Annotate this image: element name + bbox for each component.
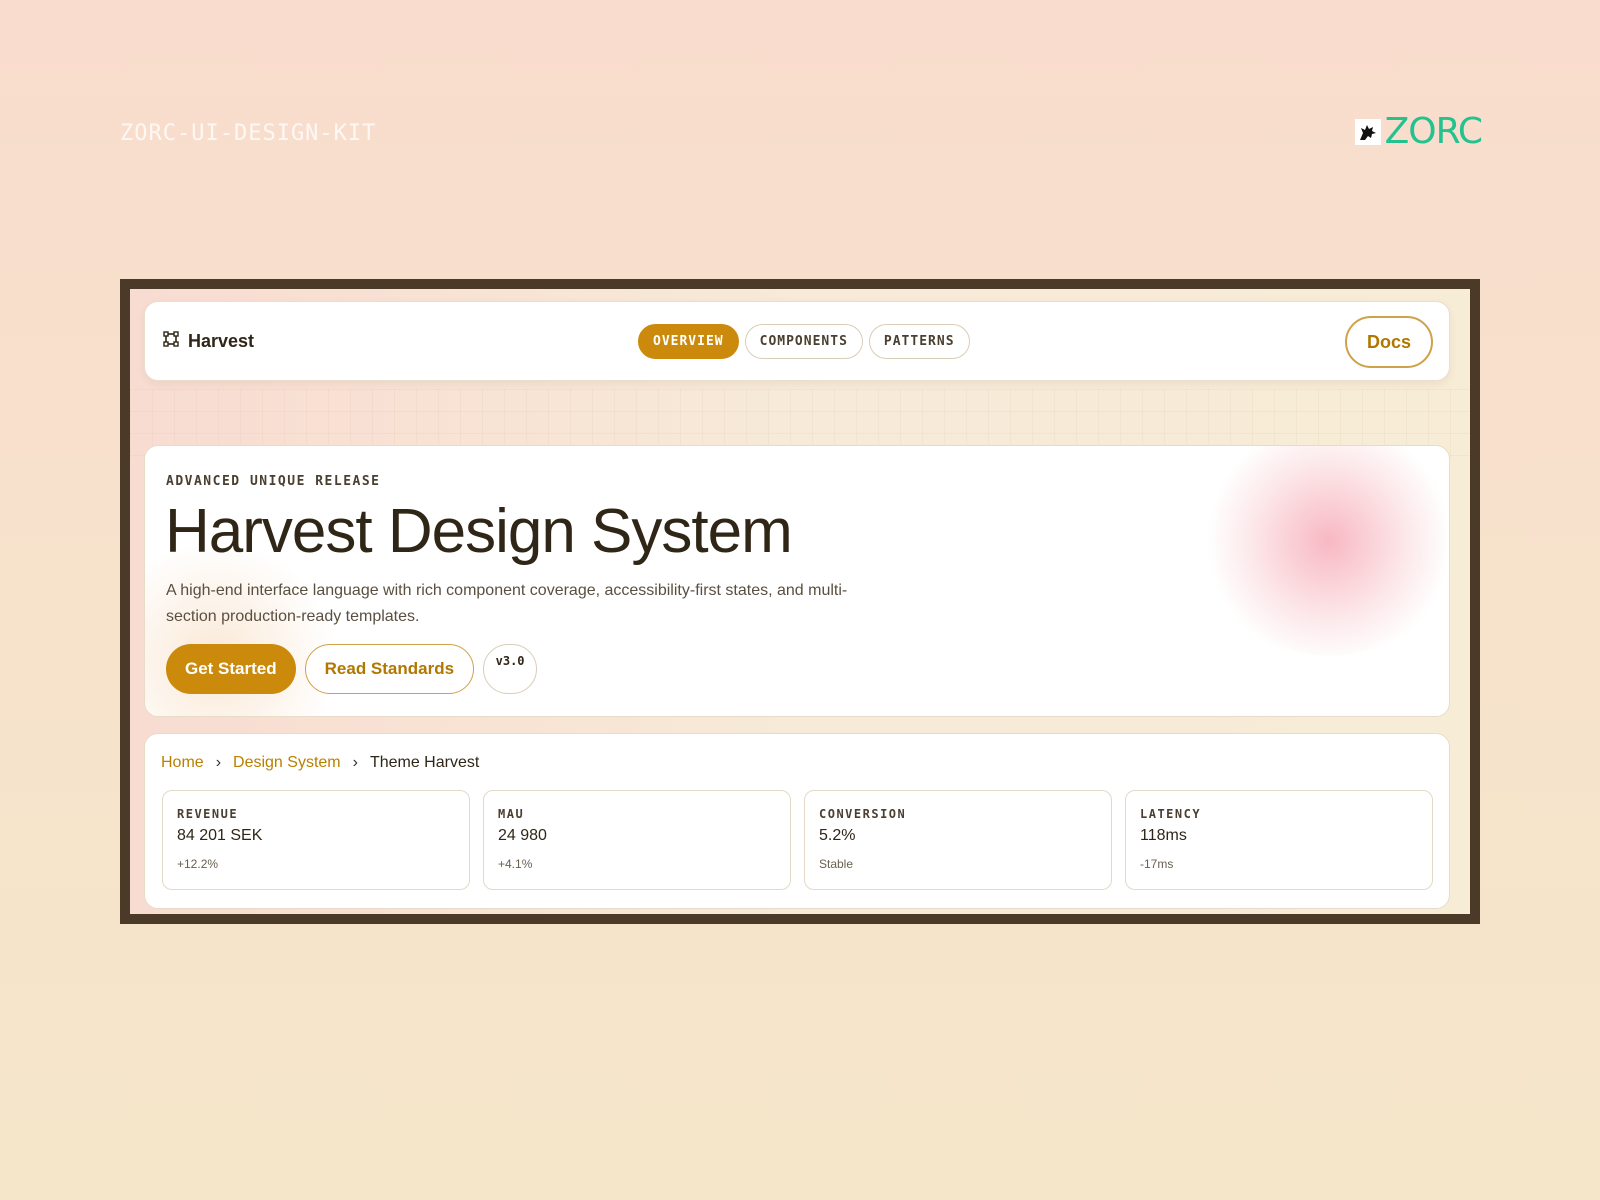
breadcrumb: Home › Design System › Theme Harvest <box>161 754 479 772</box>
stat-card-mau: MAU 24 980 +4.1% <box>483 790 791 890</box>
tab-overview[interactable]: OVERVIEW <box>638 324 739 359</box>
stat-label: MAU <box>498 807 525 821</box>
stat-delta: -17ms <box>1140 857 1174 871</box>
stat-card-revenue: REVENUE 84 201 SEK +12.2% <box>162 790 470 890</box>
logo-text: Harvest <box>188 331 255 351</box>
stat-delta: Stable <box>819 857 854 871</box>
hero-description: A high-end interface language with rich … <box>166 582 848 625</box>
chevron-right-icon: › <box>215 754 222 771</box>
stat-card-conversion: CONVERSION 5.2% Stable <box>804 790 1112 890</box>
kit-label: ZORC-UI-DESIGN-KIT <box>120 121 377 146</box>
hero-title: Harvest Design System <box>165 497 793 566</box>
hero-glow <box>1199 446 1449 656</box>
top-navigation: Harvest OVERVIEW COMPONENTS PATTERNS Doc… <box>144 301 1450 381</box>
stat-label: LATENCY <box>1140 807 1202 821</box>
breadcrumb-home[interactable]: Home <box>161 754 204 772</box>
get-started-button[interactable]: Get Started <box>166 644 296 694</box>
breadcrumb-design-system[interactable]: Design System <box>233 754 341 772</box>
harvest-logo[interactable]: Harvest <box>163 331 254 352</box>
stat-value: 24 980 <box>498 827 547 844</box>
brand-logo: ZORC <box>1354 111 1483 152</box>
stat-card-latency: LATENCY 118ms -17ms <box>1125 790 1433 890</box>
stat-delta: +12.2% <box>177 857 219 871</box>
stat-value: 84 201 SEK <box>177 827 263 844</box>
nav-tabs: OVERVIEW COMPONENTS PATTERNS <box>638 324 970 359</box>
brand-name: ZORC <box>1384 111 1483 152</box>
stat-label: REVENUE <box>177 807 239 821</box>
version-badge: v3.0 <box>483 644 538 694</box>
stats-panel: Home › Design System › Theme Harvest REV… <box>144 733 1450 909</box>
stat-value: 5.2% <box>819 827 856 844</box>
wolf-icon <box>1354 119 1381 145</box>
preview-frame: Harvest OVERVIEW COMPONENTS PATTERNS Doc… <box>120 279 1480 924</box>
hero-eyebrow: ADVANCED UNIQUE RELEASE <box>166 474 381 489</box>
tab-patterns[interactable]: PATTERNS <box>868 324 970 359</box>
cta-row: Get Started Read Standards v3.0 <box>166 644 538 694</box>
stat-value: 118ms <box>1140 827 1187 844</box>
docs-button[interactable]: Docs <box>1345 316 1433 368</box>
chevron-right-icon: › <box>352 754 358 771</box>
frame-icon <box>163 331 179 352</box>
hero-section: ADVANCED UNIQUE RELEASE Harvest Design S… <box>144 445 1450 717</box>
stat-delta: +4.1% <box>498 857 533 871</box>
read-standards-button[interactable]: Read Standards <box>304 644 475 694</box>
stat-label: CONVERSION <box>819 807 907 821</box>
breadcrumb-current: Theme Harvest <box>369 754 480 771</box>
stats-row: REVENUE 84 201 SEK +12.2% MAU 24 980 +4.… <box>162 790 1433 890</box>
tab-components[interactable]: COMPONENTS <box>744 324 863 359</box>
